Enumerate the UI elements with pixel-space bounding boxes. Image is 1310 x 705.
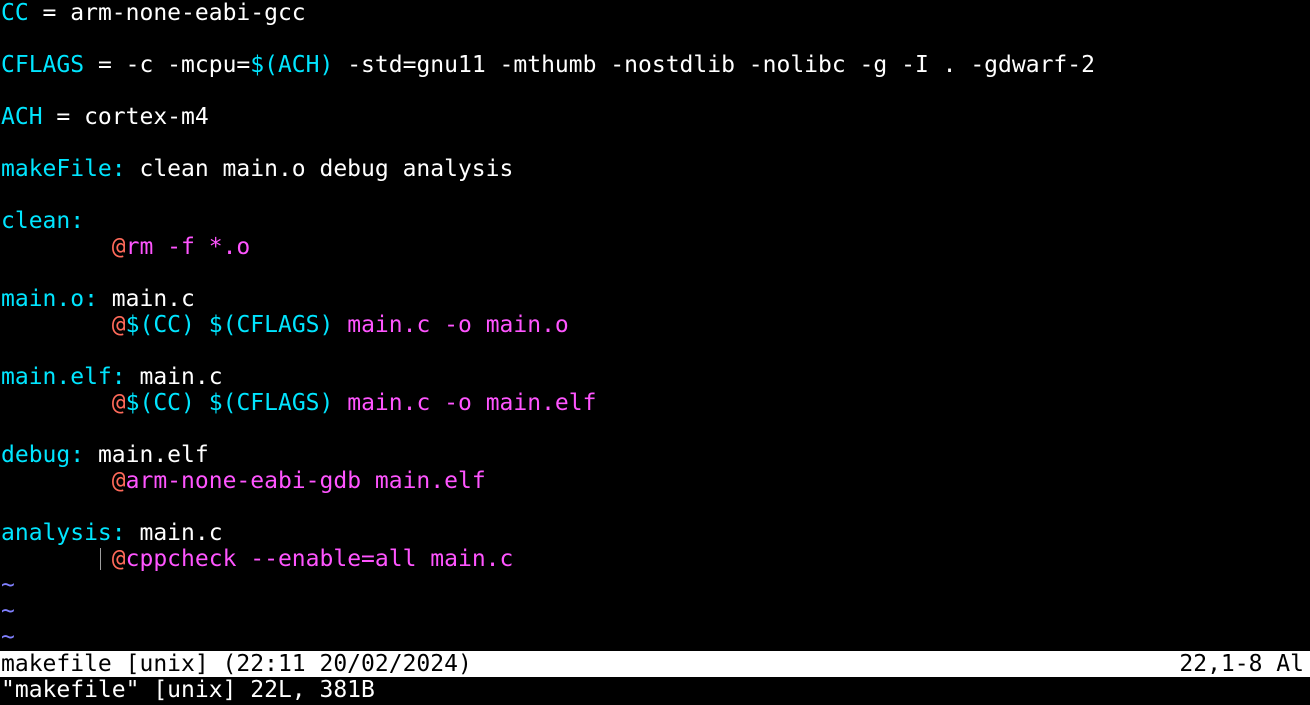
code-line[interactable]: main.o: main.c — [0, 286, 1310, 312]
code-token-at-sign: @ — [111, 312, 126, 338]
code-line[interactable] — [0, 130, 1310, 156]
code-token-plain: main.c — [125, 520, 223, 546]
code-line[interactable]: main.elf: main.c — [0, 364, 1310, 390]
code-token-variable: CC — [1, 0, 29, 26]
code-line[interactable]: CC = arm-none-eabi-gcc — [0, 0, 1310, 26]
code-token-target: makeFile: — [1, 156, 126, 182]
code-token-command: main.c -o main.elf — [333, 390, 597, 416]
code-token-plain: = cortex-m4 — [42, 104, 209, 130]
code-token-plain: -std=gnu11 -mthumb -nostdlib -nolibc -g … — [333, 52, 1095, 78]
code-token-at-sign: @ — [111, 468, 126, 494]
code-token-command: main.c -o main.o — [333, 312, 569, 338]
status-line: makefile [unix] (22:11 20/02/2024) 22,1-… — [0, 651, 1310, 677]
command-message-line[interactable]: "makefile" [unix] 22L, 381B — [0, 677, 1310, 703]
code-token-target: clean: — [1, 208, 85, 234]
code-line[interactable]: @$(CC) $(CFLAGS) main.c -o main.elf — [0, 390, 1310, 416]
code-token-target: main.o: — [1, 286, 98, 312]
code-token-plain: = -c -mcpu= — [84, 52, 251, 78]
code-token-at-sign: @ — [111, 546, 126, 572]
code-token-target: analysis: — [1, 520, 126, 546]
code-line[interactable]: debug: main.elf — [0, 442, 1310, 468]
code-token-command: cppcheck --enable=all main.c — [125, 546, 514, 572]
editor-buffer[interactable]: CC = arm-none-eabi-gcc CFLAGS = -c -mcpu=… — [0, 0, 1310, 650]
code-line[interactable]: clean: — [0, 208, 1310, 234]
code-token-at-sign: @ — [111, 234, 126, 260]
empty-buffer-tilde: ~ — [1, 624, 15, 650]
code-token-variable: $(CC) — [125, 390, 195, 416]
code-line[interactable]: CFLAGS = -c -mcpu=$(ACH) -std=gnu11 -mth… — [0, 52, 1310, 78]
code-token-command: arm-none-eabi-gdb main.elf — [125, 468, 486, 494]
code-token-plain: clean main.o debug analysis — [125, 156, 514, 182]
code-line[interactable]: @$(CC) $(CFLAGS) main.c -o main.o — [0, 312, 1310, 338]
empty-buffer-tilde: ~ — [1, 598, 15, 624]
code-token-plain: main.c — [125, 364, 223, 390]
empty-buffer-tilde: ~ — [1, 572, 15, 598]
code-line[interactable] — [0, 26, 1310, 52]
code-token-variable: $(CC) — [125, 312, 195, 338]
status-file-info: makefile [unix] (22:11 20/02/2024) — [1, 651, 472, 677]
code-token-plain: main.c — [97, 286, 195, 312]
code-line[interactable] — [0, 338, 1310, 364]
code-line[interactable]: @cppcheck --enable=all main.c — [0, 546, 1310, 572]
code-token-target: main.elf: — [1, 364, 126, 390]
code-line[interactable]: @arm-none-eabi-gdb main.elf — [0, 468, 1310, 494]
code-token-variable: $(CFLAGS) — [208, 390, 334, 416]
code-token-plain: main.elf — [84, 442, 209, 468]
code-line[interactable] — [0, 416, 1310, 442]
code-token-at-sign: @ — [111, 390, 126, 416]
code-line[interactable]: @rm -f *.o — [0, 234, 1310, 260]
code-line[interactable] — [0, 182, 1310, 208]
code-line[interactable]: makeFile: clean main.o debug analysis — [0, 156, 1310, 182]
code-token-plain: = arm-none-eabi-gcc — [28, 0, 306, 26]
code-line[interactable] — [0, 260, 1310, 286]
code-token-variable: ACH — [1, 104, 43, 130]
code-token-command: rm -f *.o — [125, 234, 251, 260]
code-token-variable: CFLAGS — [1, 52, 85, 78]
code-line[interactable] — [0, 78, 1310, 104]
code-token-target: debug: — [1, 442, 85, 468]
code-token-variable: $(CFLAGS) — [208, 312, 334, 338]
status-cursor-position: 22,1-8 Al — [1179, 651, 1304, 677]
code-line[interactable]: analysis: main.c — [0, 520, 1310, 546]
code-line[interactable]: ACH = cortex-m4 — [0, 104, 1310, 130]
code-token-variable: $(ACH) — [250, 52, 334, 78]
code-line[interactable] — [0, 494, 1310, 520]
indent-guide — [100, 548, 101, 570]
